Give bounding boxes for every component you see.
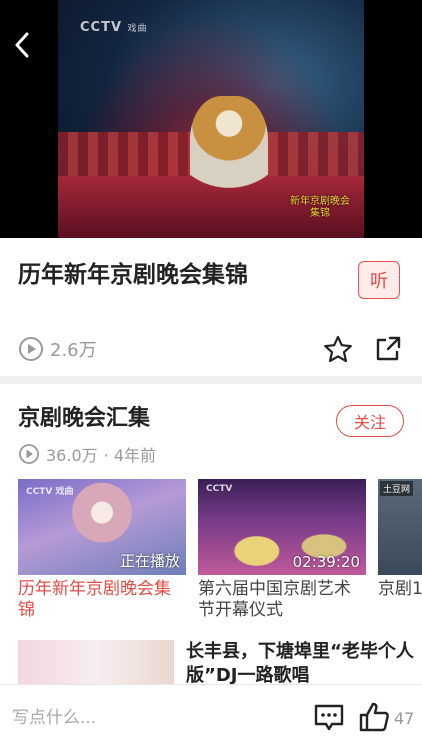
play-circle-icon	[19, 337, 43, 361]
card-title: 京剧110	[378, 579, 422, 599]
collection-play-count: 36.0万	[46, 446, 98, 465]
related-title: 长丰县，下塘埠里“老毕个人版”DJ一路歌唱	[186, 641, 414, 686]
collection-title: 京剧晚会汇集	[18, 406, 151, 431]
now-playing-label: 正在播放	[119, 552, 180, 570]
video-caption: 新年京剧晚会集锦	[290, 196, 350, 219]
card-title: 历年新年京剧晚会集锦	[18, 579, 171, 620]
section-divider	[0, 376, 422, 384]
comments-button[interactable]	[312, 701, 346, 735]
video-title: 历年新年京剧晚会集锦	[18, 262, 248, 288]
share-icon	[376, 336, 401, 361]
like-count: 47	[394, 709, 415, 728]
collection-meta: 36.0万 · 4年前	[18, 442, 156, 466]
thumb-logo: 土豆网	[380, 481, 414, 496]
related-thumbnail	[18, 640, 174, 690]
like-button[interactable]	[357, 699, 391, 735]
chevron-left-icon	[15, 32, 29, 58]
comment-icon	[314, 704, 344, 731]
collection-age: · 4年前	[103, 446, 156, 465]
card-thumbnail: 土豆网	[378, 479, 422, 575]
card-title: 第六届中国京剧艺术节开幕仪式	[198, 579, 351, 620]
video-play-count: 2.6万	[18, 334, 97, 364]
follow-button[interactable]: 关注	[336, 405, 404, 437]
play-count-text: 2.6万	[50, 340, 97, 361]
play-circle-icon	[19, 444, 39, 464]
collection-card[interactable]: 土豆网 京剧110	[378, 479, 422, 623]
listen-button[interactable]: 听	[358, 261, 400, 299]
comment-input[interactable]	[12, 703, 262, 733]
share-button[interactable]	[372, 334, 404, 364]
star-icon	[324, 335, 352, 363]
related-video[interactable]: 长丰县，下塘埠里“老毕个人版”DJ一路歌唱	[18, 640, 422, 690]
thumbs-up-icon	[359, 702, 389, 732]
channel-logo-text: CCTV	[80, 20, 123, 35]
thumb-logo: CCTV 戏曲	[26, 487, 74, 497]
favorite-button[interactable]	[322, 334, 354, 364]
card-thumbnail: CCTV 02:39:20	[198, 479, 366, 575]
performer-figure	[190, 96, 268, 206]
collection-card[interactable]: CCTV 02:39:20 第六届中国京剧艺术节开幕仪式	[198, 479, 366, 623]
channel-logo: CCTV 戏曲	[80, 20, 148, 35]
duration-label: 02:39:20	[292, 553, 360, 571]
video-player[interactable]: CCTV 戏曲 新年京剧晚会集锦	[0, 0, 422, 238]
channel-sub-text: 戏曲	[127, 24, 148, 34]
collection-carousel[interactable]: CCTV 戏曲 正在播放 历年新年京剧晚会集锦 CCTV 02:39:20 第六…	[18, 479, 422, 629]
collection-card[interactable]: CCTV 戏曲 正在播放 历年新年京剧晚会集锦	[18, 479, 186, 623]
bottom-bar: 47	[0, 684, 422, 750]
card-thumbnail: CCTV 戏曲 正在播放	[18, 479, 186, 575]
back-button[interactable]	[8, 28, 36, 62]
thumb-logo: CCTV	[206, 484, 233, 494]
